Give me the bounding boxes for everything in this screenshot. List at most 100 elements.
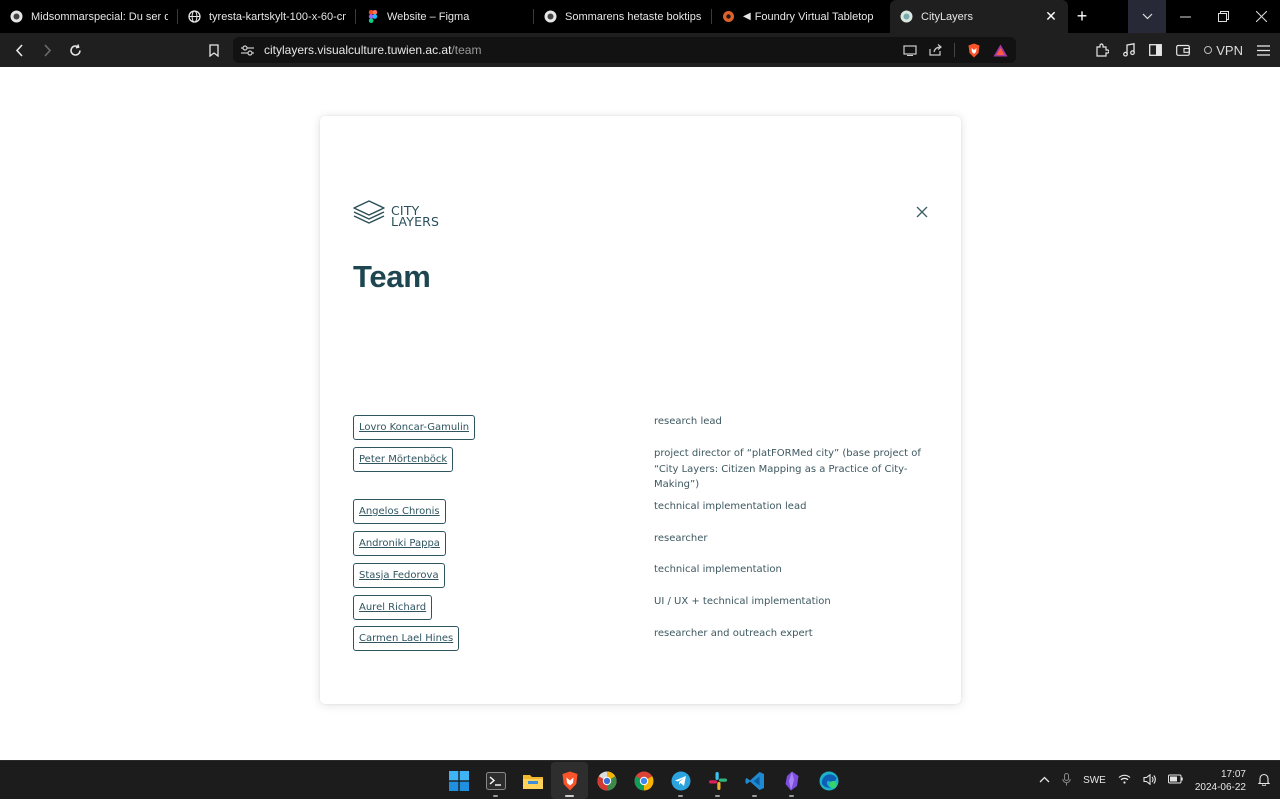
tab-sommarens-boktips[interactable]: Sommarens hetaste boktips från… (534, 0, 712, 33)
vscode-icon[interactable] (736, 762, 773, 799)
chrome-icon[interactable] (625, 762, 662, 799)
edge-icon[interactable] (810, 762, 847, 799)
browser-tab-strip: Midsommarspecial: Du ser dig … tyresta-k… (0, 0, 1280, 33)
telegram-icon[interactable] (662, 762, 699, 799)
member-link-androniki[interactable]: Androniki Pappa (353, 531, 446, 556)
wifi-icon[interactable] (1118, 774, 1131, 787)
reload-icon[interactable] (61, 36, 89, 64)
member-link-peter[interactable]: Peter Mörtenböck (353, 447, 454, 472)
sidebar-icon[interactable] (1149, 44, 1163, 56)
page-body: CITY LAYERS Team Lovro Koncar-Gamulin re… (0, 67, 1280, 760)
url-path: /team (451, 43, 482, 57)
battery-icon[interactable] (1167, 774, 1183, 787)
vpn-label: VPN (1216, 42, 1243, 58)
address-bar[interactable]: citylayers.visualculture.tuwien.ac.at/te… (233, 37, 1016, 63)
running-indicator (715, 795, 720, 797)
forward-icon[interactable] (33, 36, 61, 64)
obsidian-icon[interactable] (773, 762, 810, 799)
foundry-icon (722, 10, 735, 23)
share-icon[interactable] (929, 44, 942, 56)
taskbar-apps (440, 761, 847, 800)
windows-taskbar: SWE 17:07 2024-06-22 (0, 760, 1280, 799)
extensions-area: VPN (1095, 33, 1270, 67)
logo-wordmark: CITY LAYERS (391, 204, 440, 229)
running-indicator (678, 795, 683, 797)
tab-tyresta[interactable]: tyresta-kartskylt-100-x-60-cm1… (178, 0, 356, 33)
cast-icon[interactable] (903, 44, 917, 56)
microphone-icon[interactable] (1062, 772, 1071, 789)
running-indicator (752, 795, 757, 797)
chevron-up-icon[interactable] (1039, 775, 1050, 786)
close-icon[interactable] (914, 206, 930, 222)
tab-title: Sommarens hetaste boktips från… (565, 10, 702, 23)
tab-figma[interactable]: Website – Figma (356, 0, 534, 33)
globe-icon (10, 10, 23, 23)
citylayers-logo[interactable]: CITY LAYERS (353, 200, 439, 231)
vpn-button[interactable]: VPN (1204, 43, 1243, 58)
tab-foundry[interactable]: ◀ Foundry Virtual Tabletop (712, 0, 890, 33)
figma-icon (366, 10, 379, 23)
chrome-dev-icon[interactable] (588, 762, 625, 799)
minimize-icon[interactable] (1166, 0, 1204, 33)
running-indicator (493, 795, 498, 797)
member-role-peter: project director of “platFORMed city” (b… (654, 448, 921, 490)
tab-title: CityLayers (921, 10, 973, 23)
speaker-icon[interactable]: ◀ (743, 11, 751, 22)
member-link-stasja[interactable]: Stasja Fedorova (353, 563, 445, 588)
menu-icon[interactable] (1257, 44, 1270, 56)
member-role-carmen: researcher and outreach expert (654, 628, 813, 639)
tab-search-dropdown-icon[interactable] (1128, 0, 1166, 33)
member-link-lovro[interactable]: Lovro Koncar-Gamulin (353, 415, 476, 440)
terminal-icon[interactable] (477, 762, 514, 799)
url-host: citylayers.visualculture.tuwien.ac.at (264, 43, 452, 57)
member-role-androniki: researcher (654, 533, 708, 544)
back-icon[interactable] (5, 36, 33, 64)
running-indicator (789, 795, 794, 797)
tab-midsommarspecial[interactable]: Midsommarspecial: Du ser dig … (0, 0, 178, 33)
browser-toolbar: citylayers.visualculture.tuwien.ac.at/te… (0, 33, 1280, 67)
member-link-aurel[interactable]: Aurel Richard (353, 595, 433, 620)
bookmark-icon[interactable] (200, 36, 228, 64)
site-settings-icon[interactable] (241, 44, 254, 56)
wallet-icon[interactable] (1176, 44, 1191, 56)
windows-start-icon[interactable] (440, 762, 477, 799)
brave-rewards-icon[interactable] (993, 44, 1008, 57)
globe-icon (188, 10, 201, 23)
file-explorer-icon[interactable] (514, 762, 551, 799)
volume-icon[interactable] (1143, 773, 1156, 788)
clock-time: 17:07 (1220, 768, 1246, 780)
tab-title: Website – Figma (387, 10, 470, 23)
page-title: Team (353, 259, 431, 294)
vpn-status-icon (1204, 46, 1213, 54)
close-tab-icon[interactable]: ✕ (1044, 8, 1058, 25)
globe-icon (900, 10, 913, 23)
slack-icon[interactable] (699, 762, 736, 799)
member-role-lovro: research lead (654, 416, 722, 427)
clock-date: 2024-06-22 (1194, 781, 1246, 793)
clock[interactable]: 17:07 2024-06-22 (1195, 768, 1246, 794)
extensions-puzzle-icon[interactable] (1095, 43, 1110, 57)
member-role-stasja: technical implementation (654, 564, 782, 575)
notification-bell-icon[interactable] (1257, 773, 1271, 789)
new-tab-button[interactable]: + (1068, 0, 1096, 33)
system-tray: SWE 17:07 2024-06-22 (1039, 761, 1271, 800)
team-modal: CITY LAYERS Team Lovro Koncar-Gamulin re… (320, 116, 961, 704)
member-link-carmen[interactable]: Carmen Lael Hines (353, 626, 460, 651)
brave-browser-icon[interactable] (551, 762, 588, 799)
layers-logo-icon (353, 200, 385, 231)
window-controls (1128, 0, 1280, 33)
logo-line2: LAYERS (391, 213, 440, 229)
tab-title: tyresta-kartskylt-100-x-60-cm1… (209, 10, 346, 23)
url-text: citylayers.visualculture.tuwien.ac.at/te… (264, 43, 481, 57)
brave-shields-icon[interactable] (967, 43, 981, 58)
member-link-angelos[interactable]: Angelos Chronis (353, 499, 446, 524)
tab-citylayers[interactable]: CityLayers ✕ (890, 0, 1068, 33)
tab-title: Midsommarspecial: Du ser dig … (31, 10, 168, 23)
restore-icon[interactable] (1204, 0, 1242, 33)
close-window-icon[interactable] (1242, 0, 1280, 33)
music-note-icon[interactable] (1123, 43, 1136, 57)
language-indicator[interactable]: SWE (1083, 775, 1106, 786)
globe-icon (544, 10, 557, 23)
tab-title: Foundry Virtual Tabletop (754, 10, 874, 23)
member-role-aurel: UI / UX + technical implementation (654, 596, 831, 607)
